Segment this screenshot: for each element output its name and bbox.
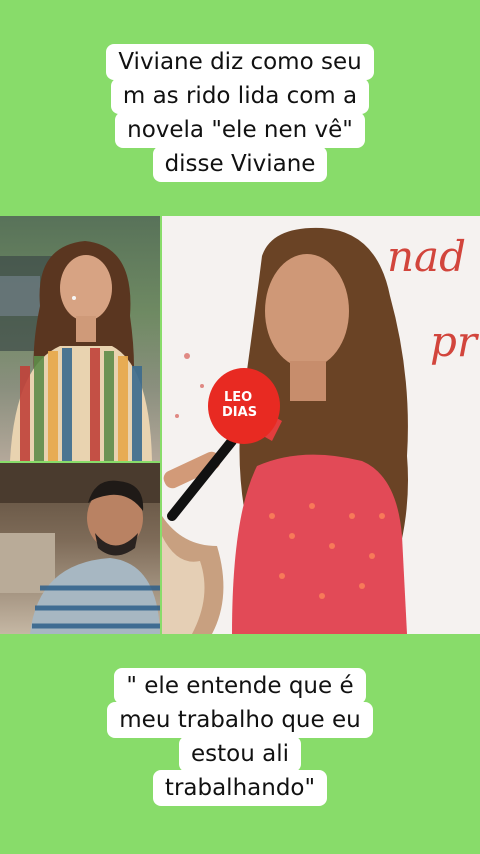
- bottom-caption: " ele entende que é meu trabalho que eu …: [0, 668, 480, 806]
- actor-photo: [0, 463, 160, 634]
- bottom-caption-line-1: " ele entende que é: [114, 668, 366, 704]
- bottom-caption-line-4: trabalhando": [152, 770, 328, 806]
- bottom-caption-line-3: estou ali: [179, 736, 301, 772]
- top-caption-line-2: m as rido lida com a: [110, 78, 370, 114]
- bottom-caption-line-2: meu trabalho que eu: [107, 702, 373, 738]
- mic-brand-line1: LEO: [224, 390, 252, 405]
- top-caption-line-4: disse Viviane: [152, 146, 328, 182]
- actress-illustration: [0, 241, 152, 461]
- photo-collage: nad pr LEO DIAS: [0, 216, 480, 634]
- interview-photo: nad pr LEO DIAS: [162, 216, 480, 634]
- top-caption: Viviane diz como seu m as rido lida com …: [0, 44, 480, 182]
- mic-brand-line2: DIAS: [222, 405, 257, 420]
- actress-photo: [0, 216, 160, 461]
- top-caption-line-1: Viviane diz como seu: [106, 44, 374, 80]
- backdrop-text-2: pr: [430, 317, 480, 366]
- backdrop-text-1: nad: [387, 232, 466, 281]
- interview-illustration: nad pr LEO DIAS: [162, 216, 480, 634]
- top-caption-line-3: novela "ele nen vê": [115, 112, 365, 148]
- actor-illustration: [0, 463, 160, 634]
